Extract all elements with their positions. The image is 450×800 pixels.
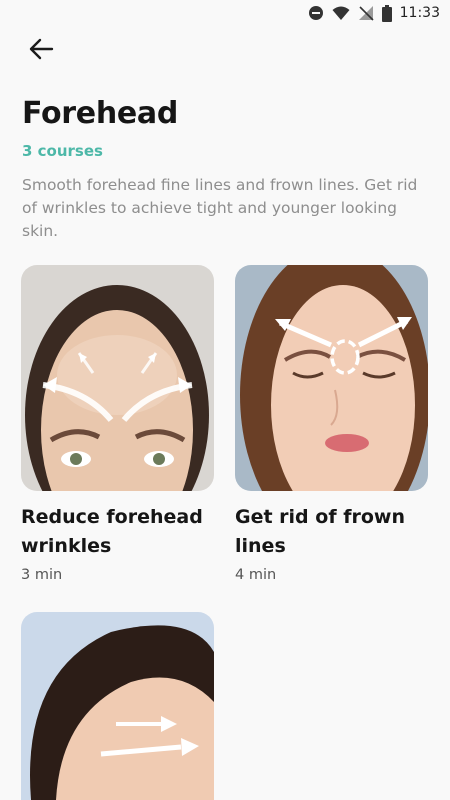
dnd-icon <box>308 5 324 21</box>
arrow-left-icon <box>28 38 54 64</box>
course-duration: 4 min <box>235 567 277 583</box>
wifi-icon <box>332 6 350 21</box>
course-title: Reduce forehead wrinkles <box>21 506 203 557</box>
course-card-reduce-forehead-wrinkles[interactable]: Reduce forehead wrinkles 3 min <box>21 265 214 583</box>
status-time: 11:33 <box>399 5 440 21</box>
courses-count: 3 courses <box>22 142 103 160</box>
frown-lines-massage-photo <box>235 265 428 491</box>
status-bar: 11:33 <box>0 0 450 26</box>
no-signal-icon <box>358 5 374 21</box>
course-card-third[interactable] <box>21 612 214 800</box>
course-duration: 3 min <box>21 567 63 583</box>
page-title: Forehead <box>22 96 179 131</box>
page-description: Smooth forehead fine lines and frown lin… <box>22 176 418 240</box>
hairline-forehead-massage-photo <box>21 612 214 800</box>
course-card-get-rid-of-frown-lines[interactable]: Get rid of frown lines 4 min <box>235 265 428 583</box>
battery-icon <box>381 4 392 22</box>
back-button[interactable] <box>24 36 58 66</box>
forehead-massage-photo <box>21 265 214 491</box>
course-title: Get rid of frown lines <box>235 506 405 557</box>
